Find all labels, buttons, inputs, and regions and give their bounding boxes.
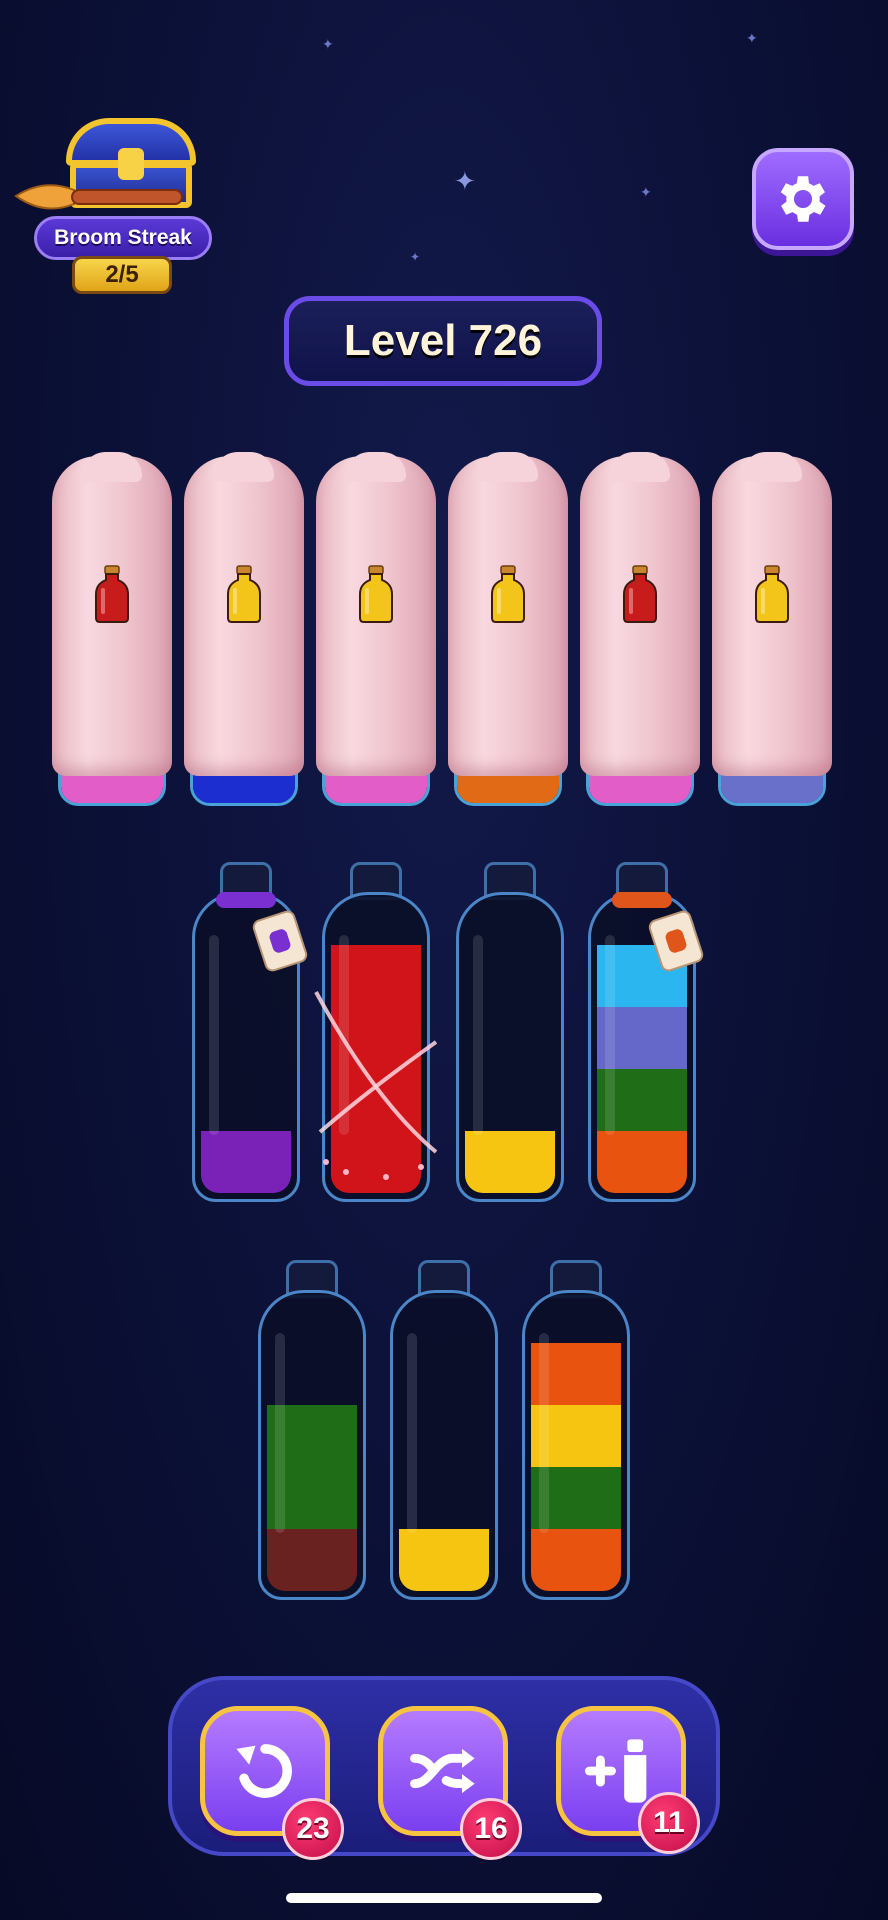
undo-icon [236, 1744, 292, 1798]
liquid-layer [597, 1131, 687, 1193]
add-bottle-count-badge: 11 [638, 1792, 700, 1854]
bottle-rope [612, 892, 672, 908]
broom-streak-plate: Broom Streak [34, 216, 212, 260]
add-bottle-icon [584, 1739, 647, 1803]
star-icon: ✦ [322, 36, 334, 52]
covered-bottle[interactable] [712, 452, 832, 806]
bottle[interactable] [314, 862, 438, 1202]
bottle[interactable] [588, 862, 706, 1202]
star-icon: ✦ [410, 250, 421, 264]
home-indicator[interactable] [286, 1893, 602, 1903]
level-title: Level 726 [343, 316, 543, 365]
gear-icon [780, 176, 826, 222]
liquid-layer [267, 1529, 357, 1591]
covered-bottle[interactable] [580, 452, 700, 806]
potion-icon [95, 565, 129, 623]
broom-icon [14, 184, 183, 210]
bottle-rope [216, 892, 276, 908]
broom-streak[interactable]: Broom Streak 2/5 [14, 118, 214, 298]
potion-icon [623, 565, 657, 623]
bottle-glass [258, 1290, 366, 1600]
star-icon: ✦ [454, 166, 476, 196]
sparkle-effect-icon [314, 991, 438, 1180]
shuffle-icon [410, 1748, 475, 1794]
undo-count-badge: 23 [282, 1798, 344, 1860]
shuffle-count-badge: 16 [460, 1798, 522, 1860]
level-indicator: Level 726 [284, 296, 602, 386]
bottle[interactable] [258, 1260, 366, 1600]
liquid-layer [465, 1131, 555, 1193]
bottle[interactable] [522, 1260, 630, 1600]
covered-bottle[interactable] [52, 452, 172, 806]
settings-button[interactable] [752, 148, 854, 250]
bottle[interactable] [390, 1260, 498, 1600]
liquid-layer [399, 1529, 489, 1591]
star-icon: ✦ [746, 30, 758, 46]
covered-bottle[interactable] [448, 452, 568, 806]
bottle-glass [456, 892, 564, 1202]
potion-icon [227, 565, 261, 623]
broom-streak-count: 2/5 [72, 256, 172, 294]
covered-bottle[interactable] [316, 452, 436, 806]
potion-icon [359, 565, 393, 623]
star-icon: ✦ [640, 184, 652, 200]
liquid-layer [531, 1529, 621, 1591]
covered-bottle[interactable] [184, 452, 304, 806]
bottle-glass [390, 1290, 498, 1600]
bottle[interactable] [456, 862, 564, 1202]
liquid-layer [201, 1131, 291, 1193]
broom-streak-label: Broom Streak [54, 226, 192, 249]
potion-icon [755, 565, 789, 623]
bottle[interactable] [192, 862, 310, 1202]
bottle-glass [522, 1290, 630, 1600]
potion-icon [491, 565, 525, 623]
